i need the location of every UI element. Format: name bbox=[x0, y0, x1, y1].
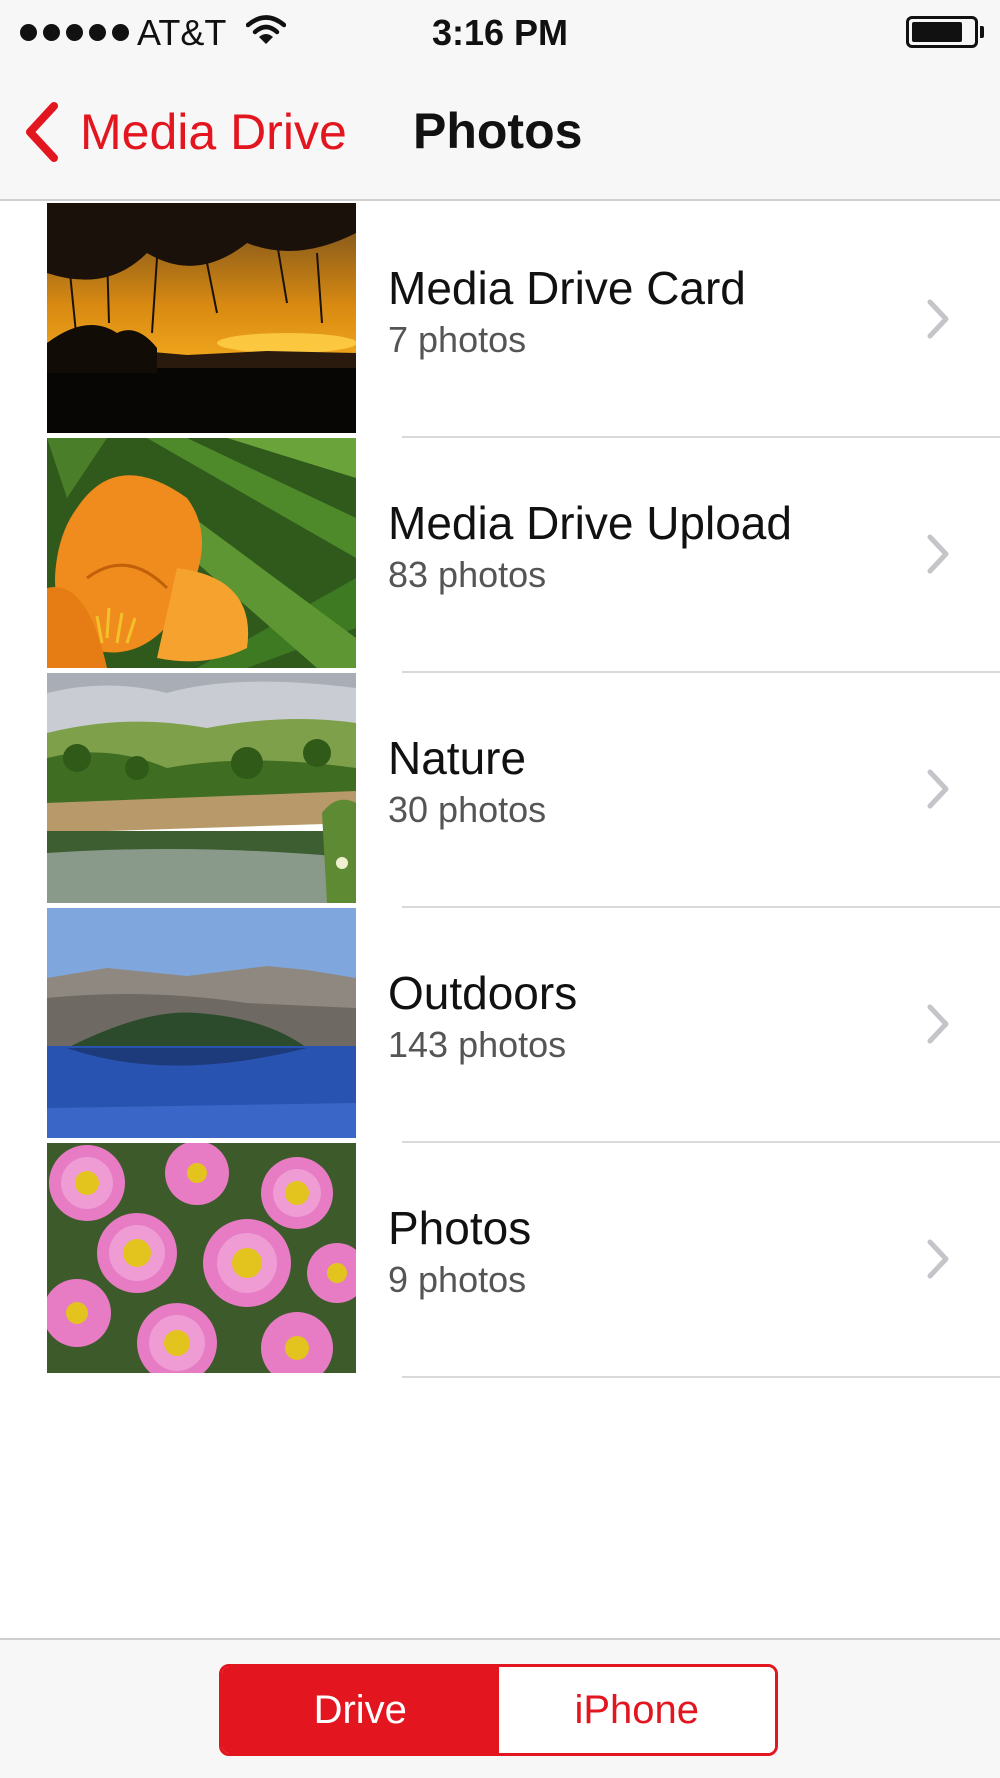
chevron-right-icon bbox=[927, 1239, 949, 1279]
battery-fill bbox=[912, 22, 963, 42]
album-list: Media Drive Card 7 photos Media Drive Up… bbox=[0, 203, 1000, 1378]
album-title: Media Drive Card bbox=[388, 262, 746, 314]
segment-drive[interactable]: Drive bbox=[222, 1667, 499, 1753]
segment-iphone[interactable]: iPhone bbox=[498, 1667, 775, 1753]
back-button-label: Media Drive bbox=[80, 104, 347, 160]
page-title: Photos bbox=[413, 103, 583, 159]
screen: AT&T 3:16 PM Media Drive Photos Media Dr… bbox=[0, 0, 1000, 1778]
album-count: 83 photos bbox=[388, 554, 547, 595]
album-row-outdoors[interactable]: Outdoors 143 photos bbox=[0, 908, 1000, 1143]
album-count: 7 photos bbox=[388, 319, 527, 360]
album-thumbnail-asters bbox=[47, 1143, 356, 1373]
battery-icon bbox=[906, 16, 978, 48]
album-row-media-drive-card[interactable]: Media Drive Card 7 photos bbox=[0, 203, 1000, 438]
album-title: Media Drive Upload bbox=[388, 497, 792, 549]
album-count: 143 photos bbox=[388, 1024, 567, 1065]
album-count: 30 photos bbox=[388, 789, 547, 830]
bottom-toolbar: Drive iPhone bbox=[0, 1638, 1000, 1778]
album-row-photos[interactable]: Photos 9 photos bbox=[0, 1143, 1000, 1378]
album-row-media-drive-upload[interactable]: Media Drive Upload 83 photos bbox=[0, 438, 1000, 673]
row-separator bbox=[402, 1376, 1000, 1378]
back-button[interactable]: Media Drive bbox=[22, 94, 347, 170]
album-title: Outdoors bbox=[388, 967, 578, 1019]
chevron-right-icon bbox=[927, 769, 949, 809]
chevron-right-icon bbox=[927, 1004, 949, 1044]
album-thumbnail-lily bbox=[47, 438, 356, 668]
chevron-left-icon bbox=[26, 102, 58, 162]
chevron-right-icon bbox=[927, 534, 949, 574]
status-bar: AT&T 3:16 PM bbox=[0, 0, 1000, 64]
chevron-right-icon bbox=[927, 299, 949, 339]
source-segmented-control: Drive iPhone bbox=[219, 1664, 778, 1756]
navigation-bar: Media Drive Photos bbox=[0, 64, 1000, 201]
album-thumbnail-lake bbox=[47, 673, 356, 903]
album-thumbnail-sunset bbox=[47, 203, 356, 433]
status-time: 3:16 PM bbox=[431, 12, 569, 53]
album-row-nature[interactable]: Nature 30 photos bbox=[0, 673, 1000, 908]
album-title: Photos bbox=[388, 1202, 532, 1254]
battery-tip bbox=[980, 26, 984, 38]
album-count: 9 photos bbox=[388, 1259, 527, 1300]
album-thumbnail-crater-lake bbox=[47, 908, 356, 1138]
album-title: Nature bbox=[388, 732, 527, 784]
